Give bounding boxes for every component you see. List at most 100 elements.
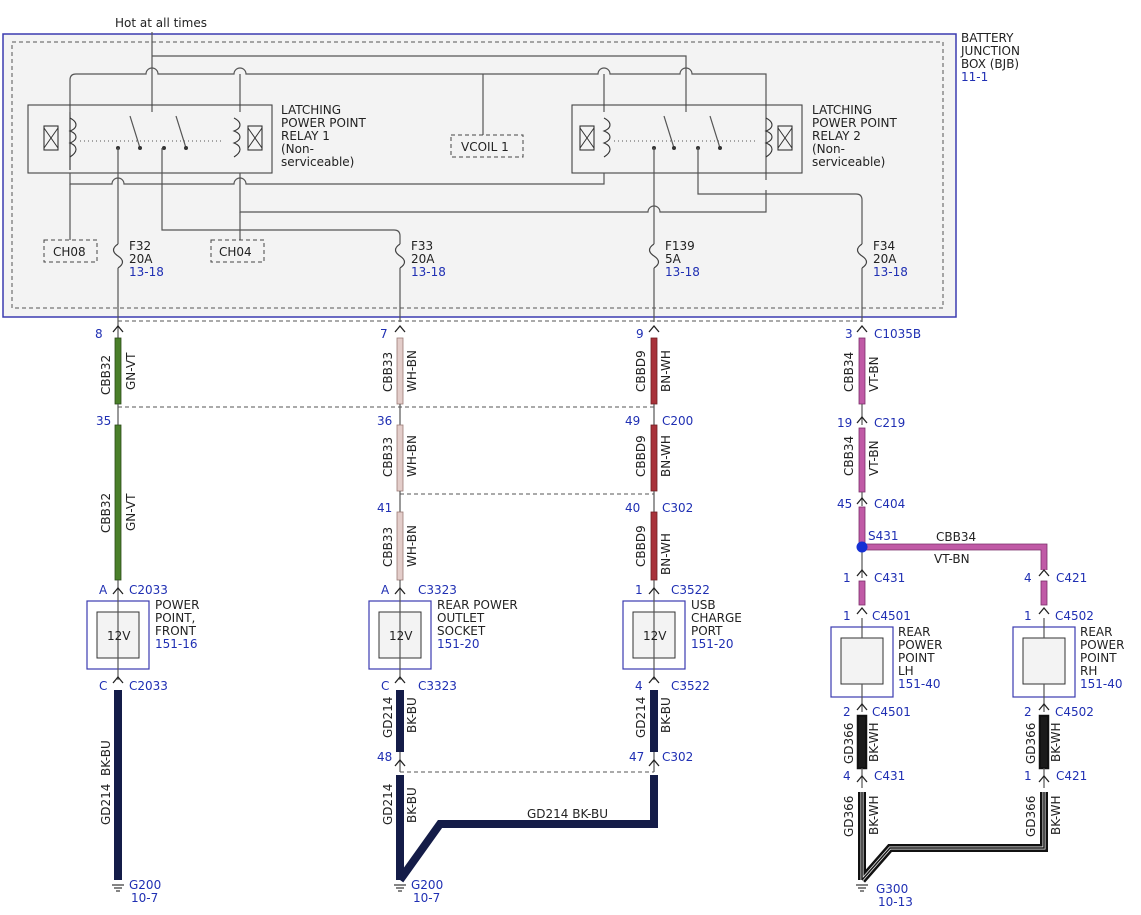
fuse-f32-ref: 13-18 <box>129 265 164 279</box>
fuse-f33-rating: 20A <box>411 252 435 266</box>
color-bnwh-c: BN-WH <box>659 533 673 575</box>
comp5-name-1: REAR <box>1080 625 1112 639</box>
comp1-12v: 12V <box>107 629 131 643</box>
comp4-name-1: REAR <box>898 625 930 639</box>
conn-c3522-b: C3522 <box>671 679 710 693</box>
wire-cbb32 <box>112 322 124 600</box>
color-vtbn-b: VT-BN <box>867 440 881 476</box>
circuit-gd214-col1: GD214 <box>99 784 113 825</box>
pin-49: 49 <box>625 414 640 428</box>
comp5-ref: 151-40 <box>1080 677 1123 691</box>
fuse-f139-id: F139 <box>665 239 695 253</box>
pin-c-2033: C <box>99 679 107 693</box>
circuit-cbb32-a: CBB32 <box>99 355 113 395</box>
circuit-gd366-c: GD366 <box>842 796 856 837</box>
circuit-gd214-horizontal: GD214 BK-BU <box>527 807 608 821</box>
color-whbn-b: WH-BN <box>405 435 419 477</box>
comp3-12v: 12V <box>643 629 667 643</box>
conn-c421-b: C421 <box>1056 769 1087 783</box>
fuse-f139-ref: 13-18 <box>665 265 700 279</box>
circuit-cbb33-c: CBB33 <box>381 527 395 567</box>
color-bkbu-col1: BK-BU <box>99 740 113 776</box>
ch08-label: CH08 <box>53 245 86 259</box>
wire-gd214-col2 <box>393 690 658 892</box>
comp1-name-3: FRONT <box>155 624 197 638</box>
circuit-cbbd9-c: CBBD9 <box>634 525 648 567</box>
conn-c421-a: C421 <box>1056 571 1087 585</box>
splice-circuit: CBB34 <box>936 530 976 544</box>
pin-2-4502: 2 <box>1024 705 1032 719</box>
comp2-name-2: OUTLET <box>437 611 485 625</box>
wire-cbbd9 <box>648 325 660 600</box>
circuit-cbb34-b: CBB34 <box>842 436 856 476</box>
comp3-ref: 151-20 <box>691 637 734 651</box>
conn-c302-a: C302 <box>662 501 693 515</box>
relay2-name-5: serviceable) <box>812 155 885 169</box>
pin-45: 45 <box>837 497 852 511</box>
pin-1-421: 1 <box>1024 769 1032 783</box>
circuit-cbb34-a: CBB34 <box>842 352 856 392</box>
color-bkwh-c: BK-WH <box>867 795 881 835</box>
comp4-name-4: LH <box>898 664 914 678</box>
circuit-gd214-col2b: GD214 <box>381 784 395 825</box>
wire-gd366 <box>855 703 1050 892</box>
conn-c302-b: C302 <box>662 750 693 764</box>
conn-c431-b: C431 <box>874 769 905 783</box>
pin-40: 40 <box>625 501 640 515</box>
comp3-name-1: USB <box>691 598 716 612</box>
pin-1-4501: 1 <box>843 609 851 623</box>
circuit-cbb33-b: CBB33 <box>381 437 395 477</box>
vcoil-label: VCOIL 1 <box>461 140 509 154</box>
conn-c4502-b: C4502 <box>1055 705 1094 719</box>
color-whbn-a: WH-BN <box>405 350 419 392</box>
ground-g200-a-ref: 10-7 <box>131 891 158 905</box>
comp2-ref: 151-20 <box>437 637 480 651</box>
color-bkwh-b: BK-WH <box>1049 722 1063 762</box>
fuse-f34-rating: 20A <box>873 252 897 266</box>
relay1-name-5: serviceable) <box>281 155 354 169</box>
splice-s431: S431 <box>868 529 899 543</box>
circuit-gd214-col2a: GD214 <box>381 697 395 738</box>
circuit-cbbd9-b: CBBD9 <box>634 435 648 477</box>
ground-g200-b-ref: 10-7 <box>413 891 440 905</box>
ground-g300: G300 <box>876 882 908 896</box>
conn-c431-a: C431 <box>874 571 905 585</box>
pin-2-4501: 2 <box>843 705 851 719</box>
relay1-name-1: LATCHING <box>281 103 341 117</box>
pin-3: 3 <box>845 327 853 341</box>
component-rear-power-point-rh <box>1012 618 1076 712</box>
bjb-ref: 11-1 <box>961 70 988 84</box>
color-bkbu-col2a: BK-BU <box>405 697 419 733</box>
conn-c2033-a: C2033 <box>129 583 168 597</box>
relay2-name-1: LATCHING <box>812 103 872 117</box>
component-rear-power-point-lh <box>830 618 894 712</box>
wiring-diagram: BATTERY JUNCTION BOX (BJB) 11-1 Hot at a… <box>2 16 1124 909</box>
comp5-name-2: POWER <box>1080 638 1124 652</box>
circuit-cbb33-a: CBB33 <box>381 352 395 392</box>
color-whbn-c: WH-BN <box>405 525 419 567</box>
pin-a-2033: A <box>99 583 108 597</box>
circuit-cbbd9-a: CBBD9 <box>634 350 648 392</box>
conn-c2033-b: C2033 <box>129 679 168 693</box>
pin-c-3323: C <box>381 679 389 693</box>
color-bkbu-col3: BK-BU <box>659 697 673 733</box>
ground-g200-b: G200 <box>411 878 443 892</box>
pin-4-3522: 4 <box>635 679 643 693</box>
color-bkwh-d: BK-WH <box>1049 795 1063 835</box>
comp3-name-2: CHARGE <box>691 611 742 625</box>
fuse-f32-id: F32 <box>129 239 151 253</box>
pin-4-421: 4 <box>1024 571 1032 585</box>
fuse-f33-ref: 13-18 <box>411 265 446 279</box>
comp3-name-3: PORT <box>691 624 723 638</box>
pin-48: 48 <box>377 750 392 764</box>
color-bnwh-b: BN-WH <box>659 435 673 477</box>
conn-c3522-a: C3522 <box>671 583 710 597</box>
conn-c4502-a: C4502 <box>1055 609 1094 623</box>
color-bkbu-col2b: BK-BU <box>405 787 419 823</box>
wire-gd214-col3 <box>648 690 660 772</box>
pin-47: 47 <box>629 750 644 764</box>
relay1-name-3: RELAY 1 <box>281 129 330 143</box>
conn-c219: C219 <box>874 416 905 430</box>
relay1-name-2: POWER POINT <box>281 116 366 130</box>
fuse-f139-rating: 5A <box>665 252 682 266</box>
